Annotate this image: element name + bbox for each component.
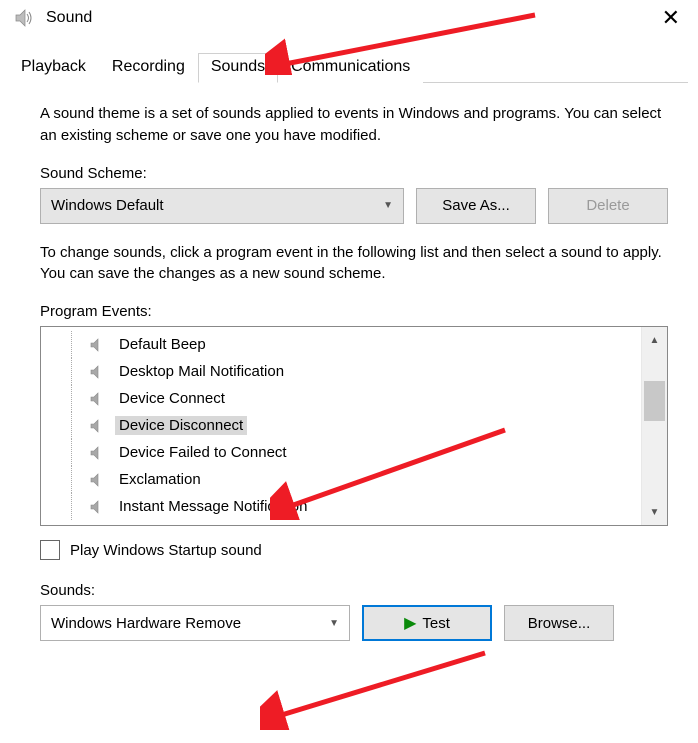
- test-button-label: Test: [422, 615, 450, 632]
- play-icon: ▶: [404, 613, 416, 633]
- program-event-label: Instant Message Notification: [115, 497, 311, 516]
- scroll-down-icon[interactable]: ▼: [642, 499, 667, 525]
- scroll-up-icon[interactable]: ▲: [642, 327, 667, 353]
- program-event-label: Default Beep: [115, 335, 210, 354]
- startup-sound-label: Play Windows Startup sound: [70, 542, 262, 559]
- startup-sound-checkbox[interactable]: [40, 540, 60, 560]
- vertical-scrollbar[interactable]: ▲ ▼: [641, 327, 667, 525]
- tree-connector: [71, 331, 83, 358]
- sounds-dropdown[interactable]: Windows Hardware Remove ▼: [40, 605, 350, 641]
- tree-connector: [71, 439, 83, 466]
- description-text: A sound theme is a set of sounds applied…: [40, 103, 668, 147]
- program-event-label: Device Failed to Connect: [115, 443, 291, 462]
- tree-connector: [71, 358, 83, 385]
- scroll-thumb[interactable]: [644, 381, 665, 421]
- program-event-label: Device Connect: [115, 389, 229, 408]
- change-description: To change sounds, click a program event …: [40, 242, 668, 286]
- program-event-label: Desktop Mail Notification: [115, 362, 288, 381]
- sounds-dropdown-label: Sounds:: [40, 582, 668, 599]
- speaker-icon: [85, 364, 109, 380]
- sounds-value: Windows Hardware Remove: [51, 615, 241, 632]
- sound-scheme-value: Windows Default: [51, 197, 164, 214]
- tab-strip: Playback Recording Sounds Communications: [8, 40, 688, 83]
- scheme-label: Sound Scheme:: [40, 165, 668, 182]
- browse-button[interactable]: Browse...: [504, 605, 614, 641]
- program-event-item[interactable]: Device Disconnect: [41, 412, 641, 439]
- sound-scheme-dropdown[interactable]: Windows Default ▼: [40, 188, 404, 224]
- tree-connector: [71, 493, 83, 520]
- program-event-item[interactable]: Desktop Mail Notification: [41, 358, 641, 385]
- titlebar: Sound ✕: [0, 0, 698, 40]
- speaker-icon: [85, 337, 109, 353]
- scroll-track[interactable]: [642, 353, 667, 499]
- speaker-icon: [85, 472, 109, 488]
- tree-connector: [71, 412, 83, 439]
- tab-sounds[interactable]: Sounds: [198, 53, 278, 83]
- chevron-down-icon: ▼: [383, 200, 393, 211]
- program-event-item[interactable]: Device Connect: [41, 385, 641, 412]
- tab-communications[interactable]: Communications: [278, 53, 423, 83]
- window-title: Sound: [46, 9, 654, 27]
- program-event-label: Exclamation: [115, 470, 205, 489]
- speaker-icon: [85, 445, 109, 461]
- sound-app-icon: [12, 6, 36, 30]
- program-event-label: Device Disconnect: [115, 416, 247, 435]
- speaker-icon: [85, 391, 109, 407]
- tab-recording[interactable]: Recording: [99, 53, 198, 83]
- program-event-item[interactable]: Default Beep: [41, 331, 641, 358]
- program-event-item[interactable]: Exclamation: [41, 466, 641, 493]
- delete-button: Delete: [548, 188, 668, 224]
- chevron-down-icon: ▼: [329, 618, 339, 629]
- program-event-item[interactable]: Instant Message Notification: [41, 493, 641, 520]
- close-icon[interactable]: ✕: [654, 7, 688, 29]
- speaker-icon: [85, 499, 109, 515]
- tree-connector: [71, 385, 83, 412]
- program-event-item[interactable]: Device Failed to Connect: [41, 439, 641, 466]
- tab-content: A sound theme is a set of sounds applied…: [0, 83, 698, 641]
- program-events-label: Program Events:: [40, 303, 668, 320]
- tab-playback[interactable]: Playback: [8, 53, 99, 83]
- speaker-icon: [85, 418, 109, 434]
- tree-connector: [71, 466, 83, 493]
- program-events-list[interactable]: Default Beep Desktop Mail Notification Dev…: [40, 326, 668, 526]
- save-as-button[interactable]: Save As...: [416, 188, 536, 224]
- test-button[interactable]: ▶ Test: [362, 605, 492, 641]
- annotation-arrow: [260, 645, 500, 730]
